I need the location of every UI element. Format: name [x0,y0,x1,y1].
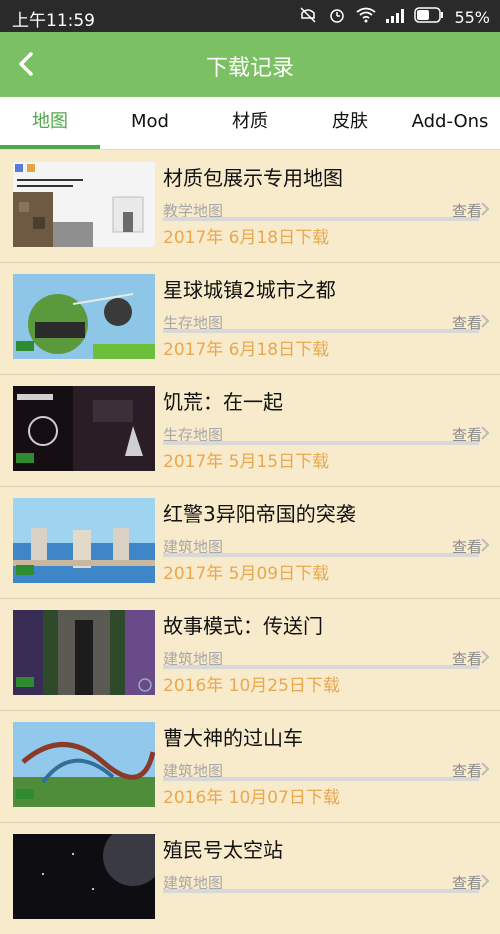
tab-map[interactable]: 地图 [0,97,100,147]
list-item[interactable]: 故事模式：传送门 建筑地图 查看 2016年 10月25日下载 [0,598,500,711]
chevron-right-icon [481,762,490,776]
battery-percent: 55% [454,7,490,27]
item-title: 红警3异阳帝国的突袭 [163,502,356,526]
list-item[interactable]: 星球城镇2城市之都 生存地图 查看 2017年 6月18日下载 [0,262,500,375]
progress-bar [163,553,479,557]
tab-texture[interactable]: 材质 [200,97,300,147]
map-thumbnail [13,386,155,471]
download-date: 2017年 6月18日下载 [163,340,330,360]
status-time: 上午11:59 [12,11,95,31]
view-button[interactable]: 查看 [452,536,482,557]
progress-bar [163,441,479,445]
item-title: 曹大神的过山车 [163,726,303,750]
app-header: 下载记录 [0,32,500,97]
active-tab-indicator [0,145,100,149]
battery-icon [414,7,444,27]
download-date: 2017年 5月09日下载 [163,564,330,584]
map-thumbnail [13,162,155,247]
category-tabs: 地图 Mod 材质 皮肤 Add-Ons [0,97,500,150]
tab-skin[interactable]: 皮肤 [300,97,400,147]
chevron-right-icon [481,874,490,888]
item-title: 故事模式：传送门 [163,614,323,638]
item-title: 星球城镇2城市之都 [163,278,336,302]
download-date: 2016年 10月07日下载 [163,788,340,808]
map-thumbnail [13,274,155,359]
list-item[interactable]: 红警3异阳帝国的突袭 建筑地图 查看 2017年 5月09日下载 [0,486,500,599]
progress-bar [163,777,479,781]
download-date: 2017年 6月18日下载 [163,228,330,248]
wifi-icon [356,7,376,27]
progress-bar [163,329,479,333]
progress-bar [163,665,479,669]
view-button[interactable]: 查看 [452,872,482,893]
list-item[interactable]: 曹大神的过山车 建筑地图 查看 2016年 10月07日下载 [0,710,500,823]
chevron-right-icon [481,426,490,440]
download-date: 2017年 5月15日下载 [163,452,330,472]
chevron-right-icon [481,650,490,664]
list-item[interactable]: 材质包展示专用地图 教学地图 查看 2017年 6月18日下载 [0,150,500,263]
map-thumbnail [13,498,155,583]
map-thumbnail [13,610,155,695]
chevron-right-icon [481,538,490,552]
tab-addons[interactable]: Add-Ons [400,97,500,147]
status-bar: 上午11:59 55% [0,0,500,32]
progress-bar [163,217,479,221]
view-button[interactable]: 查看 [452,312,482,333]
view-button[interactable]: 查看 [452,648,482,669]
chevron-right-icon [481,314,490,328]
tab-mod[interactable]: Mod [100,97,200,147]
list-item[interactable]: 饥荒：在一起 生存地图 查看 2017年 5月15日下载 [0,374,500,487]
view-button[interactable]: 查看 [452,200,482,221]
item-title: 殖民号太空站 [163,838,283,862]
download-date: 2016年 10月25日下载 [163,676,340,696]
alarm-icon [328,6,346,28]
view-button[interactable]: 查看 [452,760,482,781]
list-item[interactable]: 殖民号太空站 建筑地图 查看 [0,822,500,934]
signal-icon [386,8,405,27]
item-title: 饥荒：在一起 [163,390,283,414]
page-title: 下载记录 [205,56,294,81]
status-icons: 55% [298,6,490,28]
progress-bar [163,889,479,893]
mute-icon [298,6,318,28]
map-thumbnail [13,722,155,807]
view-button[interactable]: 查看 [452,424,482,445]
map-thumbnail [13,834,155,919]
chevron-right-icon [481,202,490,216]
item-title: 材质包展示专用地图 [163,166,343,190]
